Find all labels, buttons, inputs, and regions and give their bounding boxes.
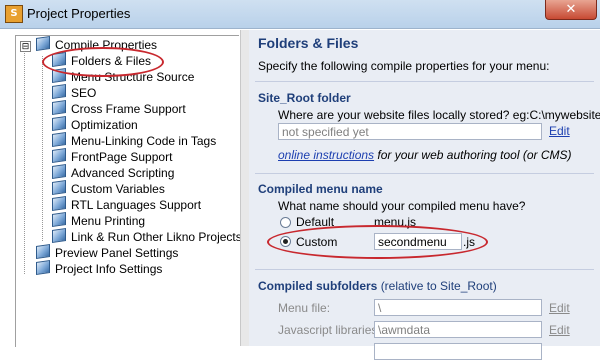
app-icon: S xyxy=(5,5,23,23)
tree-item-menu-linking-code[interactable]: Menu-Linking Code in Tags xyxy=(52,132,217,149)
cube-icon xyxy=(36,36,50,51)
tree-item-frontpage-support[interactable]: FrontPage Support xyxy=(52,148,173,165)
cube-icon xyxy=(52,148,66,163)
tree-pane: ⊟ Compile Properties Folders & Files Men… xyxy=(15,35,242,347)
subfolders-note: (relative to Site_Root) xyxy=(380,279,497,293)
tree-item-label: Advanced Scripting xyxy=(71,166,175,180)
online-instructions-link[interactable]: online instructions xyxy=(278,148,374,162)
site-root-edit-link[interactable]: Edit xyxy=(549,124,570,138)
panel-title: Folders & Files xyxy=(258,35,359,51)
tree-item-custom-variables[interactable]: Custom Variables xyxy=(52,180,165,197)
tree-guide-line xyxy=(42,56,43,241)
cube-icon xyxy=(52,212,66,227)
default-radio[interactable] xyxy=(280,217,291,228)
tree-item-project-info-settings[interactable]: Project Info Settings xyxy=(36,260,163,277)
tree-item-label: FrontPage Support xyxy=(71,150,173,164)
compiled-name-question: What name should your compiled menu have… xyxy=(278,199,526,213)
tree-item-preview-panel-settings[interactable]: Preview Panel Settings xyxy=(36,244,179,261)
subfolders-title: Compiled subfolders xyxy=(258,279,378,293)
tree-item-cross-frame-support[interactable]: Cross Frame Support xyxy=(52,100,186,117)
cube-icon xyxy=(52,164,66,179)
tree-item-seo[interactable]: SEO xyxy=(52,84,97,101)
tree-item-label: Project Info Settings xyxy=(55,262,163,276)
menu-file-label: Menu file: xyxy=(278,301,331,315)
cube-icon xyxy=(52,100,66,115)
section-divider xyxy=(255,81,594,82)
tree-item-label: RTL Languages Support xyxy=(71,198,202,212)
site-root-title: Site_Root folder xyxy=(258,91,351,105)
tree-item-optimization[interactable]: Optimization xyxy=(52,116,138,133)
tree-item-label: Link & Run Other Likno Projects xyxy=(71,230,242,244)
tree-item-label: Cross Frame Support xyxy=(71,102,186,116)
js-libraries-edit-link[interactable]: Edit xyxy=(549,323,570,337)
menu-file-edit-link[interactable]: Edit xyxy=(549,301,570,315)
collapse-icon[interactable]: ⊟ xyxy=(20,41,31,52)
tree-item-label: SEO xyxy=(71,86,97,100)
tree-item-label: Optimization xyxy=(71,118,138,132)
tree-item-label: Menu Printing xyxy=(71,214,146,228)
cube-icon xyxy=(52,116,66,131)
close-icon: ✕ xyxy=(565,1,577,16)
site-root-field[interactable]: not specified yet xyxy=(278,123,542,140)
cube-icon xyxy=(36,244,50,259)
cube-icon xyxy=(52,228,66,243)
js-libraries-label: Javascript libraries: xyxy=(278,323,381,337)
js-libraries-field[interactable]: \awmdata xyxy=(374,321,542,338)
cube-icon xyxy=(52,196,66,211)
cube-icon xyxy=(52,132,66,147)
tree-item-advanced-scripting[interactable]: Advanced Scripting xyxy=(52,164,175,181)
compiled-name-title: Compiled menu name xyxy=(258,182,383,196)
panel-subtitle: Specify the following compile properties… xyxy=(258,59,550,73)
section-divider xyxy=(255,173,594,174)
tree-item-rtl-languages-support[interactable]: RTL Languages Support xyxy=(52,196,202,213)
tree-item-label: Preview Panel Settings xyxy=(55,246,179,260)
title-bar: S Project Properties ✕ xyxy=(0,0,600,29)
properties-panel: Folders & Files Specify the following co… xyxy=(249,30,600,360)
tree-item-link-run-projects[interactable]: Link & Run Other Likno Projects xyxy=(52,228,242,245)
cube-icon xyxy=(52,180,66,195)
menu-file-field[interactable]: \ xyxy=(374,299,542,316)
close-button[interactable]: ✕ xyxy=(545,0,597,20)
tree-item-label: Custom Variables xyxy=(71,182,165,196)
tree-guide-line xyxy=(24,49,25,274)
online-instructions-suffix: for your web authoring tool (or CMS) xyxy=(377,148,572,162)
cube-icon xyxy=(52,84,66,99)
window-title: Project Properties xyxy=(27,6,131,21)
annotation-ellipse xyxy=(42,47,164,77)
tree-item-label: Menu-Linking Code in Tags xyxy=(71,134,217,148)
tree-item-menu-printing[interactable]: Menu Printing xyxy=(52,212,146,229)
annotation-ellipse xyxy=(267,225,488,259)
section-divider xyxy=(255,269,594,270)
site-root-question: Where are your website files locally sto… xyxy=(278,108,600,122)
cube-icon xyxy=(36,260,50,275)
